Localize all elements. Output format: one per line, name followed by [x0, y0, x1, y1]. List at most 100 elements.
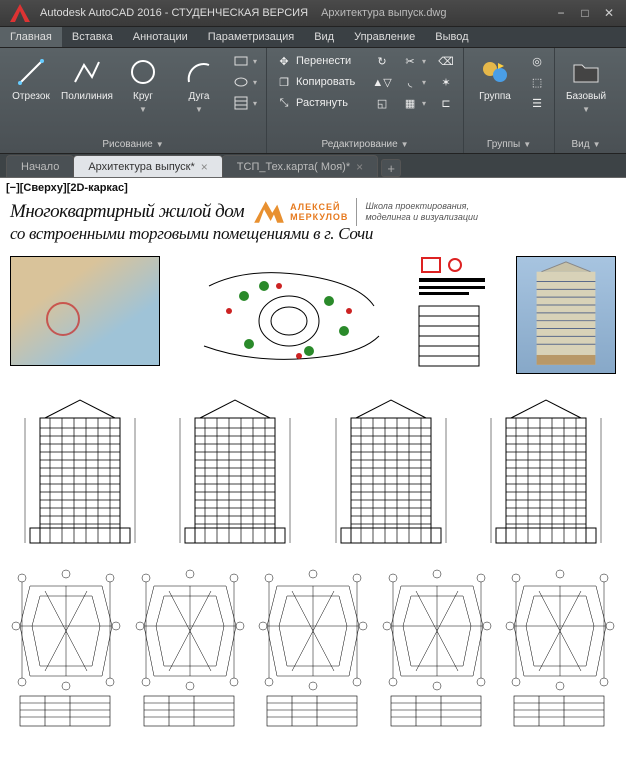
elevation-3	[321, 388, 461, 553]
scale-icon: ◱	[374, 95, 390, 111]
tab-document-2[interactable]: ТСП_Тех.карта( Моя)*×	[222, 155, 378, 177]
viewport-label[interactable]: [−][Сверху][2D-каркас]	[6, 182, 128, 194]
circle-button[interactable]: Круг▼	[116, 51, 170, 115]
tab-parametric[interactable]: Параметризация	[198, 27, 304, 47]
hatch-button[interactable]: ▾	[228, 93, 262, 113]
app-logo-icon[interactable]	[6, 2, 34, 24]
tab-manage[interactable]: Управление	[344, 27, 425, 47]
maximize-button[interactable]: □	[574, 4, 596, 22]
plans-row	[10, 566, 616, 746]
minimize-button[interactable]: −	[550, 4, 572, 22]
separator	[356, 198, 357, 226]
arc-button[interactable]: Дуга▼	[172, 51, 226, 115]
floor-plan-4	[381, 566, 493, 736]
tab-view[interactable]: Вид	[304, 27, 344, 47]
move-button[interactable]: ✥Перенести	[271, 51, 367, 71]
panel-label-groups[interactable]: Группы▼	[468, 136, 550, 152]
stretch-button[interactable]: ⤡Растянуть	[271, 93, 367, 113]
floor-plan-5	[504, 566, 616, 736]
fillet-icon: ◟	[402, 74, 418, 90]
floor-plan-2	[134, 566, 246, 736]
sheet-header: Многоквартирный жилой дом АЛЕКСЕЙМЕРКУЛО…	[10, 198, 616, 226]
tagline: Школа проектирования, моделинга и визуал…	[365, 201, 495, 223]
elevations-row	[10, 388, 616, 558]
offset-button[interactable]: ⊏	[433, 93, 459, 113]
elevation-4	[476, 388, 616, 553]
copy-icon: ❐	[276, 74, 292, 90]
tab-insert[interactable]: Вставка	[62, 27, 123, 47]
location-map	[10, 256, 160, 366]
tab-document-1[interactable]: Архитектура выпуск*×	[73, 155, 222, 177]
project-subtitle: со встроенными торговыми помещениями в г…	[10, 224, 373, 244]
stretch-icon: ⤡	[276, 95, 292, 111]
rotate-button[interactable]: ↻	[369, 51, 395, 71]
titlebar: Autodesk AutoCAD 2016 - СТУДЕНЧЕСКАЯ ВЕР…	[0, 0, 626, 26]
tab-home[interactable]: Главная	[0, 27, 62, 47]
chevron-down-icon: ▼	[139, 105, 147, 114]
author-logo: АЛЕКСЕЙМЕРКУЛОВ	[252, 198, 348, 226]
copy-button[interactable]: ❐Копировать	[271, 72, 367, 92]
ungroup-button[interactable]: ◎	[524, 51, 550, 71]
group-manager-button[interactable]: ☰	[524, 93, 550, 113]
ellipse-button[interactable]: ▾	[228, 72, 262, 92]
chevron-down-icon: ▼	[195, 105, 203, 114]
new-tab-button[interactable]: +	[381, 159, 401, 177]
array-button[interactable]: ▦▾	[397, 93, 431, 113]
explode-icon: ✶	[438, 74, 454, 90]
trim-button[interactable]: ✂▾	[397, 51, 431, 71]
legend-block	[417, 256, 487, 376]
hatch-icon	[233, 95, 249, 111]
base-view-button[interactable]: Базовый▼	[559, 51, 613, 115]
move-icon: ✥	[276, 53, 292, 69]
group-button[interactable]: Группа	[468, 51, 522, 103]
panel-label-draw[interactable]: Рисование▼	[4, 136, 262, 152]
floor-plan-1	[10, 566, 122, 736]
folder-icon	[570, 56, 602, 88]
panel-draw: Отрезок Полилиния Круг▼ Дуга▼ ▾ ▾ ▾ Рисо…	[0, 48, 267, 153]
line-icon	[15, 56, 47, 88]
close-icon[interactable]: ×	[201, 160, 208, 174]
document-tabs: Начало Архитектура выпуск*× ТСП_Тех.карт…	[0, 154, 626, 178]
drawing-canvas[interactable]: [−][Сверху][2D-каркас] Многоквартирный ж…	[0, 178, 626, 782]
panel-view: Базовый▼ Вид▼	[555, 48, 617, 153]
chevron-down-icon: ▼	[582, 105, 590, 114]
rotate-icon: ↻	[374, 53, 390, 69]
tab-output[interactable]: Вывод	[425, 27, 478, 47]
group-icon	[479, 56, 511, 88]
erase-button[interactable]: ⌫	[433, 51, 459, 71]
panel-label-modify[interactable]: Редактирование▼	[271, 136, 459, 152]
panel-label-view[interactable]: Вид▼	[559, 136, 613, 152]
document-name: Архитектура выпуск.dwg	[321, 7, 446, 19]
polyline-button[interactable]: Полилиния	[60, 51, 114, 103]
ribbon: Отрезок Полилиния Круг▼ Дуга▼ ▾ ▾ ▾ Рисо…	[0, 48, 626, 154]
fillet-button[interactable]: ◟▾	[397, 72, 431, 92]
array-icon: ▦	[402, 95, 418, 111]
ribbon-tabs: Главная Вставка Аннотации Параметризация…	[0, 26, 626, 48]
app-title: Autodesk AutoCAD 2016 - СТУДЕНЧЕСКАЯ ВЕР…	[40, 7, 308, 19]
tab-start[interactable]: Начало	[6, 155, 74, 177]
panel-modify: ✥Перенести ❐Копировать ⤡Растянуть ↻ ▲▽ ◱…	[267, 48, 464, 153]
rectangle-icon	[233, 53, 249, 69]
erase-icon: ⌫	[438, 53, 454, 69]
explode-button[interactable]: ✶	[433, 72, 459, 92]
floor-plan-3	[257, 566, 369, 736]
close-button[interactable]: ✕	[598, 4, 620, 22]
line-button[interactable]: Отрезок	[4, 51, 58, 103]
rectangle-button[interactable]: ▾	[228, 51, 262, 71]
plan-row	[10, 256, 616, 376]
tab-annotations[interactable]: Аннотации	[123, 27, 198, 47]
mirror-button[interactable]: ▲▽	[369, 72, 395, 92]
group-manager-icon: ☰	[529, 95, 545, 111]
building-render	[516, 256, 616, 374]
trim-icon: ✂	[402, 53, 418, 69]
offset-icon: ⊏	[438, 95, 454, 111]
polyline-icon	[71, 56, 103, 88]
group-edit-button[interactable]: ⬚	[524, 72, 550, 92]
ellipse-icon	[233, 74, 249, 90]
scale-button[interactable]: ◱	[369, 93, 395, 113]
close-icon[interactable]: ×	[356, 160, 363, 174]
group-edit-icon: ⬚	[529, 74, 545, 90]
ungroup-icon: ◎	[529, 53, 545, 69]
panel-groups: Группа ◎ ⬚ ☰ Группы▼	[464, 48, 555, 153]
mirror-icon: ▲▽	[374, 74, 390, 90]
